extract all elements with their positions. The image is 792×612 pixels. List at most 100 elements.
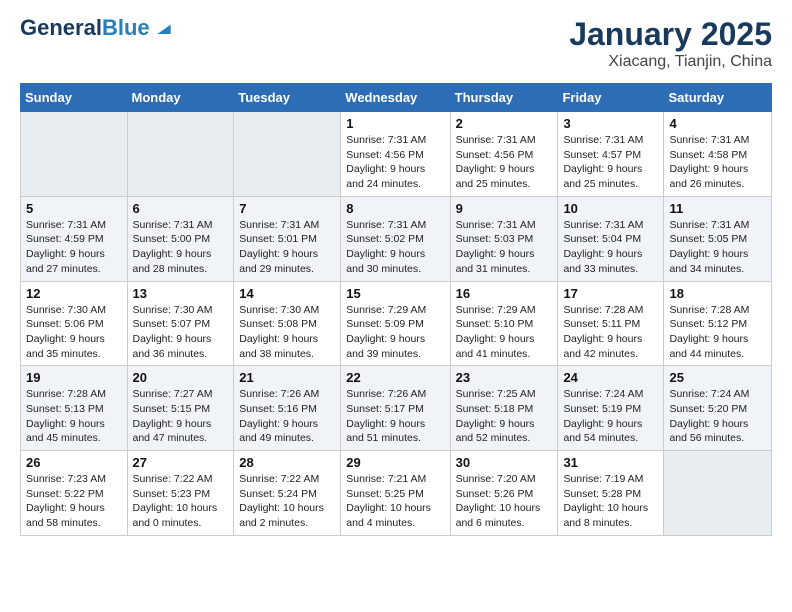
day-number: 9 [456, 201, 553, 216]
calendar-cell: 9 Sunrise: 7:31 AMSunset: 5:03 PMDaylight… [450, 196, 558, 281]
page: GeneralBlue January 2025 Xiacang, Tianji… [0, 0, 792, 552]
calendar-cell: 11 Sunrise: 7:31 AMSunset: 5:05 PMDayligh… [664, 196, 772, 281]
location-title: Xiacang, Tianjin, China [569, 53, 772, 71]
calendar-cell: 31Sunrise: 7:19 AMSunset: 5:28 PMDayligh… [558, 451, 664, 536]
logo-icon [152, 18, 172, 38]
calendar-cell: 1 Sunrise: 7:31 AMSunset: 4:56 PMDaylight… [341, 112, 450, 197]
calendar-cell: 21 Sunrise: 7:26 AMSunset: 5:16 PMDayligh… [234, 366, 341, 451]
day-number: 21 [239, 370, 335, 385]
day-info: Sunrise: 7:31 AMSunset: 5:04 PMDaylight:… [563, 218, 658, 277]
day-number: 30 [456, 455, 553, 470]
day-info: Sunrise: 7:31 AMSunset: 5:01 PMDaylight:… [239, 218, 335, 277]
day-info: Sunrise: 7:30 AMSunset: 5:06 PMDaylight:… [26, 303, 122, 362]
day-info: Sunrise: 7:28 AMSunset: 5:12 PMDaylight:… [669, 303, 766, 362]
calendar-cell [664, 451, 772, 536]
day-info: Sunrise: 7:31 AMSunset: 5:03 PMDaylight:… [456, 218, 553, 277]
day-number: 14 [239, 286, 335, 301]
day-number: 18 [669, 286, 766, 301]
weekday-header-saturday: Saturday [664, 84, 772, 112]
calendar-cell: 27Sunrise: 7:22 AMSunset: 5:23 PMDayligh… [127, 451, 234, 536]
day-number: 17 [563, 286, 658, 301]
day-info: Sunrise: 7:24 AMSunset: 5:19 PMDaylight:… [563, 387, 658, 446]
day-number: 29 [346, 455, 444, 470]
weekday-header-friday: Friday [558, 84, 664, 112]
calendar-cell: 24 Sunrise: 7:24 AMSunset: 5:19 PMDayligh… [558, 366, 664, 451]
calendar-cell: 19Sunrise: 7:28 AMSunset: 5:13 PMDayligh… [21, 366, 128, 451]
weekday-header-tuesday: Tuesday [234, 84, 341, 112]
calendar-cell: 8 Sunrise: 7:31 AMSunset: 5:02 PMDaylight… [341, 196, 450, 281]
day-number: 8 [346, 201, 444, 216]
day-info: Sunrise: 7:26 AMSunset: 5:16 PMDaylight:… [239, 387, 335, 446]
day-number: 19 [26, 370, 122, 385]
day-number: 12 [26, 286, 122, 301]
calendar-cell [127, 112, 234, 197]
week-row-4: 19Sunrise: 7:28 AMSunset: 5:13 PMDayligh… [21, 366, 772, 451]
calendar-cell [21, 112, 128, 197]
weekday-header-wednesday: Wednesday [341, 84, 450, 112]
day-info: Sunrise: 7:31 AMSunset: 4:58 PMDaylight:… [669, 133, 766, 192]
day-number: 16 [456, 286, 553, 301]
day-number: 23 [456, 370, 553, 385]
calendar-cell: 15 Sunrise: 7:29 AMSunset: 5:09 PMDayligh… [341, 281, 450, 366]
calendar-table: SundayMondayTuesdayWednesdayThursdayFrid… [20, 83, 772, 536]
weekday-header-sunday: Sunday [21, 84, 128, 112]
title-block: January 2025 Xiacang, Tianjin, China [569, 16, 772, 71]
day-number: 24 [563, 370, 658, 385]
day-info: Sunrise: 7:26 AMSunset: 5:17 PMDaylight:… [346, 387, 444, 446]
day-number: 10 [563, 201, 658, 216]
calendar-cell: 2Sunrise: 7:31 AMSunset: 4:56 PMDaylight… [450, 112, 558, 197]
day-info: Sunrise: 7:31 AMSunset: 5:02 PMDaylight:… [346, 218, 444, 277]
day-number: 15 [346, 286, 444, 301]
day-info: Sunrise: 7:31 AMSunset: 5:05 PMDaylight:… [669, 218, 766, 277]
logo: GeneralBlue [20, 16, 172, 40]
day-number: 6 [133, 201, 229, 216]
day-number: 26 [26, 455, 122, 470]
day-info: Sunrise: 7:29 AMSunset: 5:09 PMDaylight:… [346, 303, 444, 362]
day-number: 11 [669, 201, 766, 216]
day-info: Sunrise: 7:31 AMSunset: 4:59 PMDaylight:… [26, 218, 122, 277]
week-row-1: 1 Sunrise: 7:31 AMSunset: 4:56 PMDaylight… [21, 112, 772, 197]
day-number: 5 [26, 201, 122, 216]
calendar-cell: 12 Sunrise: 7:30 AMSunset: 5:06 PMDayligh… [21, 281, 128, 366]
header: GeneralBlue January 2025 Xiacang, Tianji… [20, 16, 772, 71]
day-info: Sunrise: 7:23 AMSunset: 5:22 PMDaylight:… [26, 472, 122, 531]
logo-text: GeneralBlue [20, 16, 150, 40]
calendar-cell: 18 Sunrise: 7:28 AMSunset: 5:12 PMDayligh… [664, 281, 772, 366]
day-number: 1 [346, 116, 444, 131]
day-info: Sunrise: 7:28 AMSunset: 5:11 PMDaylight:… [563, 303, 658, 362]
day-info: Sunrise: 7:30 AMSunset: 5:07 PMDaylight:… [133, 303, 229, 362]
week-row-5: 26 Sunrise: 7:23 AMSunset: 5:22 PMDayligh… [21, 451, 772, 536]
calendar-cell: 20Sunrise: 7:27 AMSunset: 5:15 PMDayligh… [127, 366, 234, 451]
day-number: 31 [563, 455, 658, 470]
week-row-2: 5 Sunrise: 7:31 AMSunset: 4:59 PMDaylight… [21, 196, 772, 281]
calendar-cell: 5 Sunrise: 7:31 AMSunset: 4:59 PMDaylight… [21, 196, 128, 281]
day-number: 27 [133, 455, 229, 470]
calendar-body: 1 Sunrise: 7:31 AMSunset: 4:56 PMDaylight… [21, 112, 772, 536]
calendar-cell: 6 Sunrise: 7:31 AMSunset: 5:00 PMDaylight… [127, 196, 234, 281]
day-info: Sunrise: 7:29 AMSunset: 5:10 PMDaylight:… [456, 303, 553, 362]
day-info: Sunrise: 7:22 AMSunset: 5:24 PMDaylight:… [239, 472, 335, 531]
day-number: 4 [669, 116, 766, 131]
week-row-3: 12 Sunrise: 7:30 AMSunset: 5:06 PMDayligh… [21, 281, 772, 366]
calendar-cell: 25Sunrise: 7:24 AMSunset: 5:20 PMDayligh… [664, 366, 772, 451]
day-info: Sunrise: 7:20 AMSunset: 5:26 PMDaylight:… [456, 472, 553, 531]
calendar-cell: 22Sunrise: 7:26 AMSunset: 5:17 PMDayligh… [341, 366, 450, 451]
calendar-cell: 3Sunrise: 7:31 AMSunset: 4:57 PMDaylight… [558, 112, 664, 197]
weekday-header-monday: Monday [127, 84, 234, 112]
month-title: January 2025 [569, 16, 772, 53]
calendar-cell: 10 Sunrise: 7:31 AMSunset: 5:04 PMDayligh… [558, 196, 664, 281]
day-info: Sunrise: 7:31 AMSunset: 5:00 PMDaylight:… [133, 218, 229, 277]
calendar-cell: 29 Sunrise: 7:21 AMSunset: 5:25 PMDayligh… [341, 451, 450, 536]
day-number: 3 [563, 116, 658, 131]
day-info: Sunrise: 7:24 AMSunset: 5:20 PMDaylight:… [669, 387, 766, 446]
calendar-cell: 28Sunrise: 7:22 AMSunset: 5:24 PMDayligh… [234, 451, 341, 536]
day-info: Sunrise: 7:21 AMSunset: 5:25 PMDaylight:… [346, 472, 444, 531]
day-info: Sunrise: 7:31 AMSunset: 4:56 PMDaylight:… [346, 133, 444, 192]
calendar-cell: 26 Sunrise: 7:23 AMSunset: 5:22 PMDayligh… [21, 451, 128, 536]
calendar-cell: 7 Sunrise: 7:31 AMSunset: 5:01 PMDaylight… [234, 196, 341, 281]
weekday-header-row: SundayMondayTuesdayWednesdayThursdayFrid… [21, 84, 772, 112]
calendar-cell: 23Sunrise: 7:25 AMSunset: 5:18 PMDayligh… [450, 366, 558, 451]
day-number: 7 [239, 201, 335, 216]
calendar-cell: 4 Sunrise: 7:31 AMSunset: 4:58 PMDaylight… [664, 112, 772, 197]
weekday-header-thursday: Thursday [450, 84, 558, 112]
